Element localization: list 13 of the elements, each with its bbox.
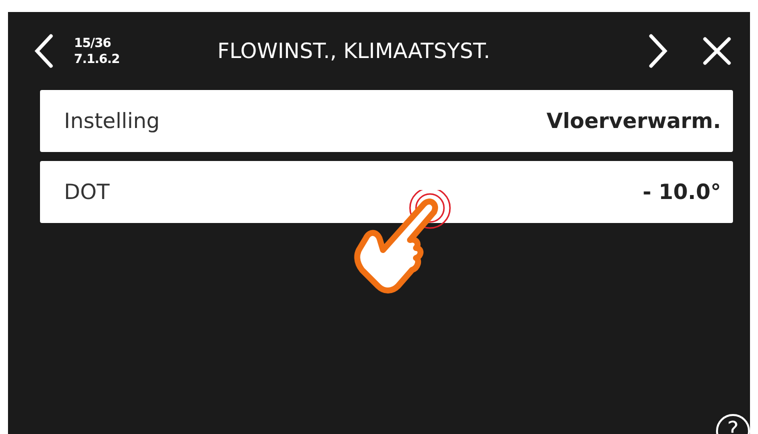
setting-row[interactable]: Instelling Vloerverwarm. (40, 90, 733, 152)
screen-title: FLOWINST., KLIMAATSYST. (216, 39, 492, 63)
setting-label: DOT (64, 180, 110, 204)
forward-chevron-icon[interactable] (648, 34, 668, 68)
close-icon[interactable] (702, 36, 732, 66)
back-chevron-icon[interactable] (34, 34, 54, 68)
setting-value: - 10.0° (642, 180, 721, 204)
setting-row[interactable]: DOT - 10.0° (40, 161, 733, 223)
setting-value: Vloerverwarm. (546, 109, 721, 133)
page-counter: 15/36 (74, 34, 112, 51)
help-button[interactable]: ? (716, 414, 750, 434)
setting-label: Instelling (64, 109, 160, 133)
menu-number: 7.1.6.2 (74, 51, 120, 68)
